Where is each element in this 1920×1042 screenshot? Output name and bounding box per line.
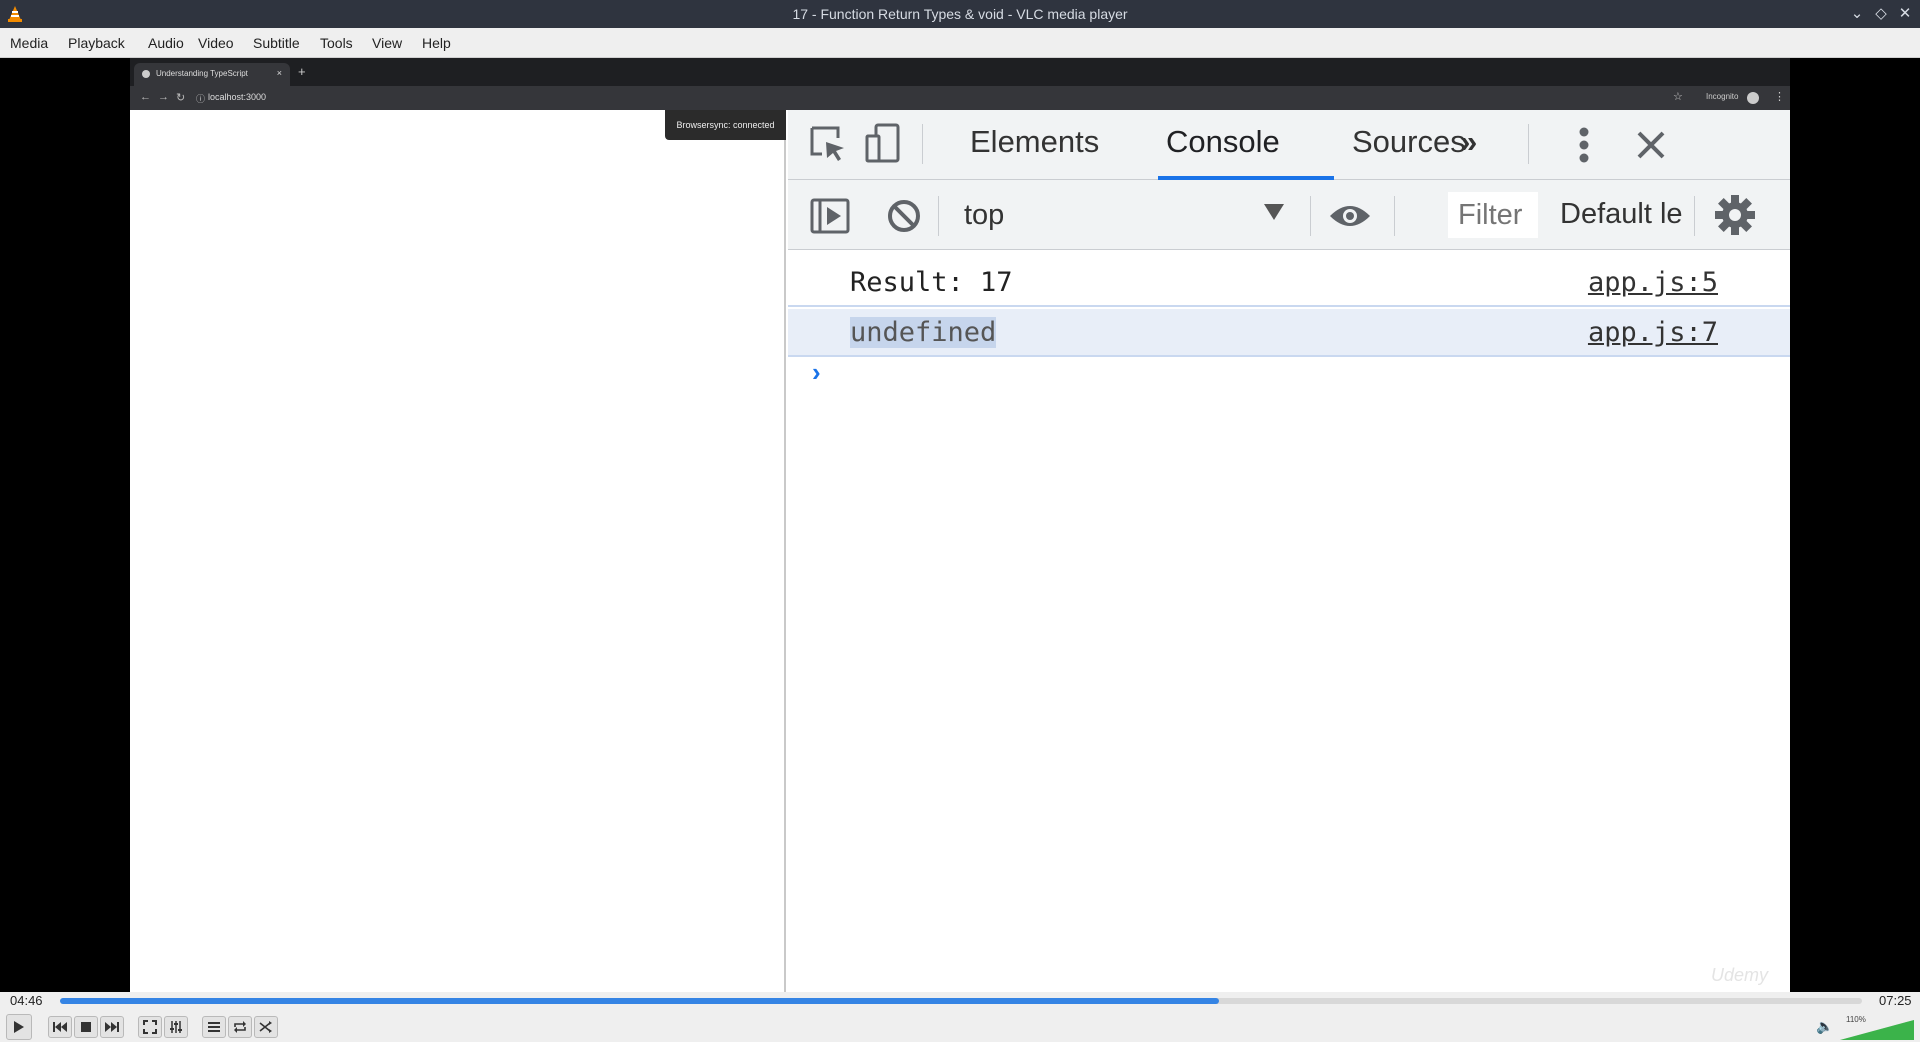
devtools-panel: Elements Console Sources » top Filter De… bbox=[788, 110, 1790, 992]
video-area[interactable]: Understanding TypeScript × + ← → ↻ ⓘ loc… bbox=[0, 58, 1920, 992]
seek-progress bbox=[60, 998, 1219, 1004]
reload-icon: ↻ bbox=[176, 92, 186, 104]
devtools-tab-bar: Elements Console Sources » bbox=[788, 110, 1790, 180]
log-source-link[interactable]: app.js:5 bbox=[1588, 267, 1718, 298]
inspect-element-icon bbox=[810, 126, 844, 161]
menu-tools[interactable]: Tools bbox=[320, 35, 353, 51]
browser-url: localhost:3000 bbox=[208, 92, 267, 102]
browser-address-bar: ← → ↻ ⓘ localhost:3000 ☆ Incognito ⋮ bbox=[130, 86, 1790, 110]
play-button[interactable] bbox=[6, 1014, 32, 1040]
window-titlebar: 17 - Function Return Types & void - VLC … bbox=[0, 0, 1920, 28]
fullscreen-button[interactable] bbox=[138, 1016, 162, 1038]
udemy-watermark: Udemy bbox=[1710, 965, 1768, 985]
total-time: 07:25 bbox=[1879, 993, 1912, 1008]
tab-console[interactable]: Console bbox=[1166, 124, 1280, 160]
clear-console-icon[interactable] bbox=[886, 198, 922, 234]
info-icon: ⓘ bbox=[196, 94, 206, 104]
next-icon bbox=[105, 1022, 119, 1032]
extended-settings-button[interactable] bbox=[164, 1016, 188, 1038]
maximize-icon[interactable]: ◇ bbox=[1871, 4, 1891, 24]
log-message: undefined bbox=[850, 317, 997, 348]
menu-media[interactable]: Media bbox=[10, 35, 48, 51]
browser-tab: Understanding TypeScript × bbox=[134, 63, 290, 86]
loop-button[interactable] bbox=[228, 1016, 252, 1038]
dropdown-arrow-icon bbox=[1264, 204, 1284, 220]
volume-label: 110% bbox=[1846, 1015, 1866, 1024]
next-button[interactable] bbox=[100, 1016, 124, 1038]
shuffle-icon bbox=[259, 1021, 272, 1033]
device-toolbar-icon bbox=[865, 123, 900, 163]
video-frame: Understanding TypeScript × + ← → ↻ ⓘ loc… bbox=[130, 58, 1790, 992]
console-filter-input[interactable] bbox=[1448, 192, 1538, 238]
toolbar-separator bbox=[1310, 196, 1311, 236]
incognito-icon bbox=[1747, 92, 1759, 104]
elapsed-time: 04:46 bbox=[10, 993, 43, 1008]
previous-button[interactable] bbox=[48, 1016, 72, 1038]
speaker-icon[interactable]: 🔈 bbox=[1816, 1018, 1833, 1035]
log-message: Result: 17 bbox=[850, 267, 1013, 298]
show-sidebar-icon[interactable] bbox=[810, 198, 850, 234]
play-icon bbox=[14, 1021, 24, 1033]
console-output: Result: 17 app.js:5 undefined app.js:7 ›… bbox=[788, 251, 1790, 992]
browser-tab-strip: Understanding TypeScript × + bbox=[130, 58, 1790, 86]
console-prompt-icon[interactable]: › bbox=[812, 357, 821, 388]
bookmark-star-icon: ☆ bbox=[1673, 91, 1683, 103]
tab-separator bbox=[1528, 124, 1529, 164]
toolbar-separator bbox=[1694, 196, 1695, 236]
browser-tab-close: × bbox=[276, 68, 282, 78]
menu-bar: Media Playback Audio Video Subtitle Tool… bbox=[0, 28, 1920, 58]
devtools-menu-icon[interactable] bbox=[1578, 126, 1590, 164]
live-expression-eye-icon[interactable] bbox=[1328, 202, 1372, 230]
tab-elements[interactable]: Elements bbox=[970, 124, 1099, 160]
log-levels-select[interactable]: Default levels bbox=[1560, 198, 1682, 238]
new-tab-icon: + bbox=[298, 64, 306, 79]
more-tabs-icon[interactable]: » bbox=[1460, 124, 1477, 160]
menu-view[interactable]: View bbox=[372, 35, 402, 51]
back-icon: ← bbox=[140, 91, 151, 103]
tab-separator bbox=[922, 124, 923, 164]
close-icon[interactable]: ✕ bbox=[1895, 4, 1915, 24]
shuffle-button[interactable] bbox=[254, 1016, 278, 1038]
previous-icon bbox=[53, 1022, 67, 1032]
log-source-link[interactable]: app.js:7 bbox=[1588, 317, 1718, 348]
context-value: top bbox=[964, 199, 1005, 231]
menu-subtitle[interactable]: Subtitle bbox=[253, 35, 300, 51]
console-log-row: Result: 17 app.js:5 bbox=[788, 259, 1790, 307]
loop-icon bbox=[234, 1021, 246, 1033]
playlist-icon bbox=[208, 1022, 220, 1032]
browser-tab-title: Understanding TypeScript bbox=[156, 69, 248, 78]
tab-sources[interactable]: Sources bbox=[1352, 124, 1466, 160]
player-controls: 04:46 07:25 🔈 110% bbox=[0, 992, 1920, 1042]
toolbar-separator bbox=[938, 196, 939, 236]
favicon-icon bbox=[142, 70, 150, 78]
console-toolbar: top Default levels bbox=[788, 180, 1790, 250]
console-log-row: undefined app.js:7 bbox=[788, 309, 1790, 357]
menu-playback[interactable]: Playback bbox=[68, 35, 125, 51]
web-page-area: Browsersync: connected bbox=[130, 110, 786, 992]
menu-video[interactable]: Video bbox=[198, 35, 234, 51]
seek-bar[interactable] bbox=[60, 998, 1862, 1004]
window-title: 17 - Function Return Types & void - VLC … bbox=[792, 6, 1128, 22]
menu-audio[interactable]: Audio bbox=[148, 35, 184, 51]
close-devtools-icon[interactable] bbox=[1636, 130, 1666, 160]
browser-menu-icon: ⋮ bbox=[1774, 91, 1785, 103]
sliders-icon bbox=[170, 1021, 182, 1033]
stop-icon bbox=[81, 1022, 91, 1032]
menu-help[interactable]: Help bbox=[422, 35, 451, 51]
forward-icon: → bbox=[158, 91, 169, 103]
stop-button[interactable] bbox=[74, 1016, 98, 1038]
fullscreen-icon bbox=[143, 1020, 157, 1034]
browsersync-badge: Browsersync: connected bbox=[665, 110, 786, 140]
minimize-icon[interactable]: ⌄ bbox=[1847, 4, 1867, 24]
toolbar-separator bbox=[1394, 196, 1395, 236]
incognito-label: Incognito bbox=[1706, 92, 1739, 101]
execution-context-select[interactable]: top bbox=[948, 192, 1298, 236]
console-settings-gear-icon[interactable] bbox=[1714, 194, 1756, 236]
playlist-button[interactable] bbox=[202, 1016, 226, 1038]
